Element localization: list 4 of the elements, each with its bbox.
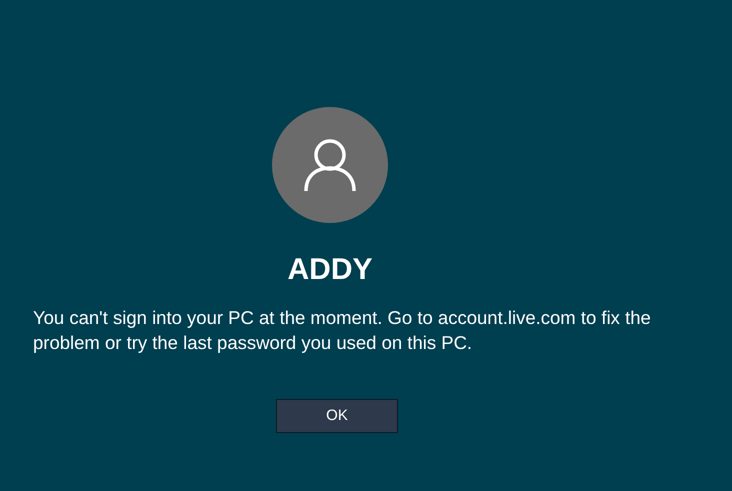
- sign-in-error-message: You can't sign into your PC at the moment. Go to account.live.com to fix the problem or try the last password you used on this PC.: [33, 306, 652, 355]
- user-name: ADDY: [287, 252, 372, 288]
- user-icon: [304, 138, 356, 192]
- ok-button[interactable]: OK: [276, 399, 398, 433]
